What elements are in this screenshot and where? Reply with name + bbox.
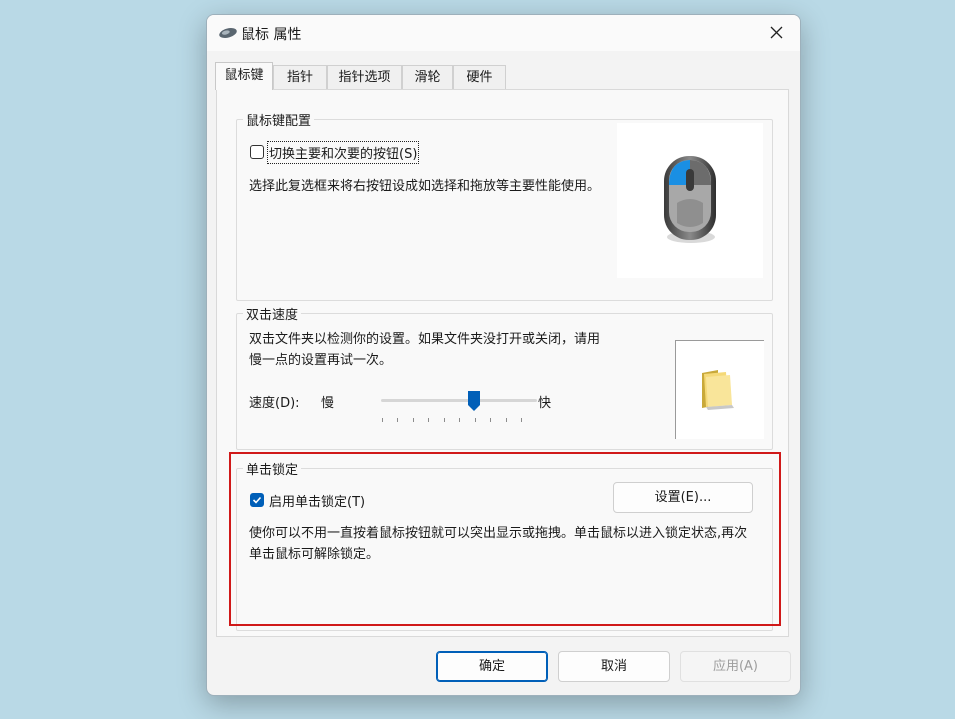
slider-tick — [397, 418, 398, 422]
ok-button[interactable]: 确定 — [436, 651, 548, 682]
fast-label: 快 — [538, 396, 552, 411]
slider-tick — [475, 418, 476, 422]
button-config-description: 选择此复选框来将右按钮设成如选择和拖放等主要性能使用。 — [249, 179, 601, 194]
tab-buttons[interactable]: 鼠标键 — [215, 62, 273, 90]
folder-icon — [702, 370, 734, 410]
double-click-legend: 双击速度 — [246, 308, 299, 323]
tab-wheel[interactable]: 滑轮 — [402, 65, 453, 89]
close-button[interactable] — [754, 15, 800, 51]
speed-slider-thumb[interactable] — [467, 390, 481, 412]
slider-tick — [444, 418, 445, 422]
slider-tick — [428, 418, 429, 422]
swap-buttons-checkbox[interactable] — [250, 145, 264, 159]
cancel-button[interactable]: 取消 — [558, 651, 670, 682]
button-config-legend: 鼠标键配置 — [246, 114, 312, 129]
slider-tick — [506, 418, 507, 422]
apply-button[interactable]: 应用(A) — [680, 651, 791, 682]
slider-tick — [382, 418, 383, 422]
window-title: 鼠标 属性 — [241, 27, 302, 43]
slider-tick — [521, 418, 522, 422]
close-icon — [770, 26, 783, 39]
tab-pointer-options[interactable]: 指针选项 — [327, 65, 402, 89]
click-lock-highlight — [229, 452, 781, 626]
speed-slider-track[interactable] — [381, 399, 537, 402]
title-bar: 鼠标 属性 — [207, 15, 800, 51]
swap-buttons-label[interactable]: 切换主要和次要的按钮(S) — [266, 141, 420, 164]
folder-test-area[interactable] — [675, 340, 764, 439]
slider-tick — [459, 418, 460, 422]
mouse-preview — [617, 123, 763, 278]
mouse-illustration — [664, 156, 716, 243]
slider-tick — [413, 418, 414, 422]
double-click-description: 双击文件夹以检测你的设置。如果文件夹没打开或关闭，请用慢一点的设置再试一次。 — [249, 332, 601, 368]
tab-pointers[interactable]: 指针 — [273, 65, 327, 89]
slider-tick — [490, 418, 491, 422]
tab-hardware[interactable]: 硬件 — [453, 65, 506, 89]
slow-label: 慢 — [321, 396, 335, 411]
speed-label: 速度(D): — [249, 396, 300, 411]
mouse-icon — [219, 28, 237, 38]
